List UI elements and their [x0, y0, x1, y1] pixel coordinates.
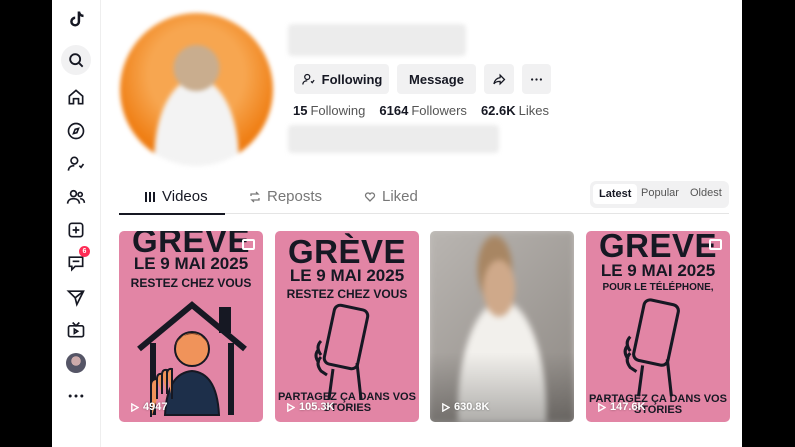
sort-oldest[interactable]: Oldest	[690, 187, 722, 199]
phone-hand-illustration	[623, 298, 680, 397]
stat-likes: 62.6K Likes	[480, 103, 549, 118]
message-button[interactable]: Message	[397, 64, 476, 94]
messages-icon[interactable]	[63, 284, 89, 310]
following-button-label: Following	[321, 71, 383, 87]
video-card[interactable]: GRÈVE LE 9 MAI 2025 RESTEZ CHEZ VOUS PAR…	[275, 231, 419, 422]
photo-mode-icon	[242, 239, 255, 250]
notification-badge: 6	[79, 246, 90, 257]
share-icon	[492, 73, 505, 85]
explore-icon[interactable]	[63, 118, 89, 144]
photo-mode-icon	[709, 239, 722, 250]
tab-liked-label: Liked	[382, 188, 418, 205]
view-count-value: 4947	[143, 401, 168, 413]
inbox-icon[interactable]: 6	[63, 246, 90, 276]
sort-popular[interactable]: Popular	[641, 187, 679, 199]
user-check-icon	[301, 73, 315, 85]
video-card[interactable]: GRÈVE LE 9 MAI 2025 RESTEZ CHEZ VOUS 494…	[119, 231, 263, 422]
video-title: GRÈVE	[287, 233, 407, 270]
sidebar: 6	[52, 0, 101, 447]
live-icon[interactable]	[63, 317, 89, 343]
video-subtitle: RESTEZ CHEZ VOUS	[130, 276, 252, 290]
tab-reposts[interactable]: Reposts	[249, 188, 322, 205]
view-count: 630.8K	[441, 401, 489, 413]
tab-liked[interactable]: Liked	[364, 188, 418, 205]
tab-videos-label: Videos	[162, 188, 208, 205]
video-card[interactable]: GREVE LE 9 MAI 2025 POUR LE TÉLÉPHONE, P…	[586, 231, 730, 422]
friends-icon[interactable]	[63, 184, 89, 210]
video-subtitle: RESTEZ CHEZ VOUS	[286, 287, 408, 301]
play-icon	[287, 402, 295, 412]
tab-videos[interactable]: Videos	[144, 188, 208, 205]
play-icon	[442, 402, 450, 412]
following-button[interactable]: Following	[294, 64, 389, 94]
following-icon[interactable]	[63, 151, 89, 177]
view-count-value: 105.3K	[299, 401, 335, 413]
profile-page: 6 Following Message 15 Following 6164 Foll…	[52, 0, 742, 447]
tab-reposts-label: Reposts	[267, 188, 323, 205]
stat-followers[interactable]: 6164 Followers	[379, 103, 467, 118]
active-tab-indicator	[119, 213, 225, 215]
play-icon	[131, 402, 139, 412]
stat-following[interactable]: 15 Following	[293, 103, 365, 118]
share-button[interactable]	[484, 64, 514, 94]
video-card[interactable]: 630.8K	[430, 231, 574, 422]
avatar	[66, 353, 86, 373]
upload-icon[interactable]	[63, 217, 89, 243]
view-count: 105.3K	[286, 401, 334, 413]
view-count-value: 147.6K	[610, 401, 646, 413]
profile-nav-avatar[interactable]	[63, 350, 89, 376]
repost-icon	[250, 191, 260, 202]
view-count-value: 630.8K	[454, 401, 490, 413]
video-date: LE 9 MAI 2025	[133, 254, 249, 273]
video-subtitle: POUR LE TÉLÉPHONE,	[602, 282, 714, 293]
video-date: LE 9 MAI 2025	[600, 261, 716, 280]
profile-avatar	[120, 13, 273, 166]
heart-lock-icon	[364, 191, 376, 202]
view-count: 4947	[130, 401, 167, 413]
search-icon[interactable]	[61, 45, 91, 75]
view-count: 147.6K	[597, 401, 645, 413]
more-horizontal-icon	[531, 77, 542, 81]
username-blurred	[288, 24, 466, 56]
video-date: LE 9 MAI 2025	[289, 266, 405, 285]
tiktok-logo-icon[interactable]	[63, 6, 89, 32]
more-icon[interactable]	[63, 383, 89, 409]
message-button-label: Message	[409, 71, 464, 87]
house-illustration	[137, 301, 247, 417]
grid-icon	[145, 191, 155, 202]
play-icon	[598, 402, 606, 412]
more-options-button[interactable]	[522, 64, 551, 94]
home-icon[interactable]	[63, 84, 89, 110]
sort-toggle: Latest Popular Oldest	[590, 181, 729, 208]
bio-blurred	[288, 125, 499, 153]
profile-stats: 15 Following 6164 Followers 62.6K Likes	[293, 103, 549, 118]
sort-latest[interactable]: Latest	[593, 184, 638, 204]
phone-hand-illustration	[314, 303, 370, 400]
